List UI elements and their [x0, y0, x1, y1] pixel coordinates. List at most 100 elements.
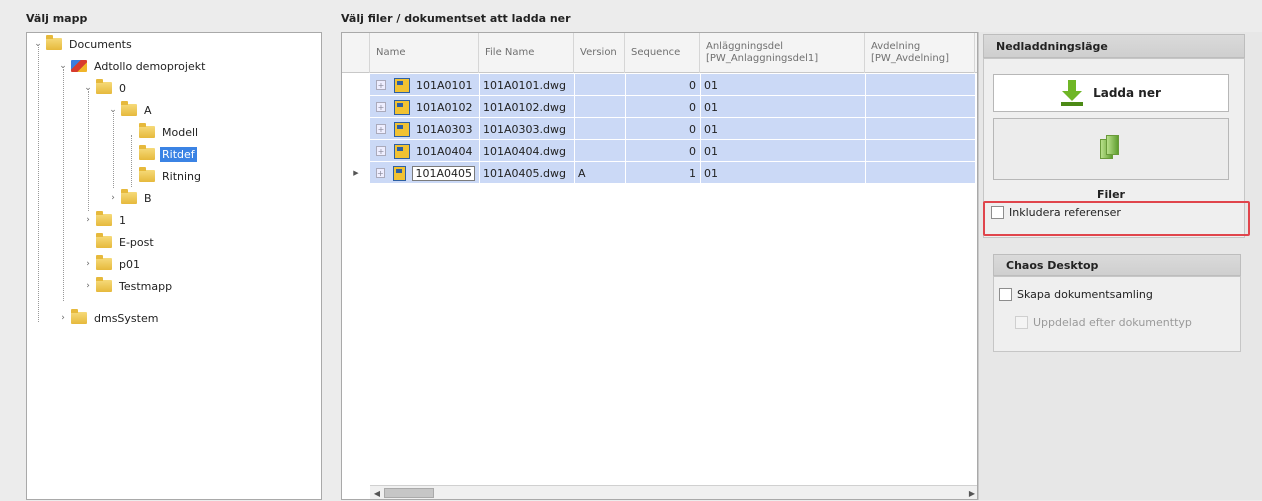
files-mode-button[interactable]: [993, 118, 1229, 180]
folder-icon: [96, 277, 112, 292]
download-button[interactable]: Ladda ner: [993, 74, 1229, 112]
column-header-sequence[interactable]: Sequence: [625, 33, 700, 73]
folder-tree[interactable]: ⌄ Documents ⌄ Adtollo demoprojekt ⌄ 0 ⌄ …: [26, 32, 322, 500]
cell-avdelning[interactable]: [865, 96, 975, 118]
expand-chevron-icon[interactable]: ›: [58, 313, 68, 323]
cell-file-name[interactable]: 101A0405.dwg: [479, 162, 574, 184]
table-row[interactable]: +101A0404 101A0404.dwg 0 01: [342, 140, 977, 162]
tree-item-dmssystem[interactable]: › dmsSystem: [58, 309, 160, 327]
cell-anlaggningsdel[interactable]: 01: [700, 96, 865, 118]
collapse-chevron-icon[interactable]: ⌄: [58, 61, 68, 71]
column-label: File Name: [485, 47, 535, 58]
cell-avdelning[interactable]: [865, 118, 975, 140]
tree-item-testmapp[interactable]: › Testmapp: [83, 277, 174, 295]
split-by-type-checkbox[interactable]: Uppdelad efter dokumenttyp: [1015, 316, 1192, 329]
expand-plus-icon[interactable]: +: [376, 102, 386, 112]
column-header-version[interactable]: Version: [574, 33, 625, 73]
tree-item-label: Documents: [69, 37, 132, 51]
expand-chevron-icon[interactable]: ›: [83, 215, 93, 225]
cell-avdelning[interactable]: [865, 140, 975, 162]
options-panel: Nedladdningsläge Ladda ner Filer Inklude…: [978, 32, 1262, 500]
column-header-avdelning[interactable]: Avdelning [PW_Avdelning]: [865, 33, 975, 73]
tree-item-e-post[interactable]: E-post: [96, 233, 156, 251]
column-header-name[interactable]: Name: [370, 33, 479, 73]
cell-name[interactable]: +101A0404: [370, 140, 479, 162]
column-header-file-name[interactable]: File Name: [479, 33, 574, 73]
folder-panel-title: Välj mapp: [26, 12, 88, 25]
folder-icon: [121, 101, 137, 116]
cell-sequence[interactable]: 0: [625, 118, 700, 140]
cell-name[interactable]: +101A0405: [370, 162, 479, 184]
tree-item-project[interactable]: ⌄ Adtollo demoprojekt: [58, 57, 207, 75]
cell-avdelning[interactable]: [865, 162, 975, 184]
cell-version[interactable]: [574, 96, 625, 118]
column-label: Version: [580, 47, 617, 58]
folder-icon: [71, 309, 87, 324]
cell-name[interactable]: +101A0303: [370, 118, 479, 140]
file-grid[interactable]: Name File Name Version Sequence Anläggni…: [341, 32, 978, 500]
folder-icon: [139, 167, 155, 182]
row-pointer-icon: [342, 74, 370, 96]
collapse-chevron-icon[interactable]: ⌄: [33, 39, 43, 49]
tree-item-p01[interactable]: › p01: [83, 255, 142, 273]
tree-item-1[interactable]: › 1: [83, 211, 128, 229]
cell-sequence[interactable]: 0: [625, 96, 700, 118]
table-row[interactable]: +101A0303 101A0303.dwg 0 01: [342, 118, 977, 140]
collapse-chevron-icon[interactable]: ⌄: [108, 105, 118, 115]
create-collection-checkbox[interactable]: Skapa dokumentsamling: [999, 288, 1153, 301]
cell-name-text: 101A0404: [416, 144, 473, 158]
horizontal-scrollbar[interactable]: ◀ ▶: [370, 485, 977, 499]
cell-file-name[interactable]: 101A0102.dwg: [479, 96, 574, 118]
expand-plus-icon[interactable]: +: [376, 168, 385, 178]
expand-plus-icon[interactable]: +: [376, 146, 386, 156]
column-header-anlaggningsdel[interactable]: Anläggningsdel [PW_Anlaggningsdel1]: [700, 33, 865, 73]
tree-item-0[interactable]: ⌄ 0: [83, 79, 128, 97]
cell-name-text: 101A0101: [416, 78, 473, 92]
cell-anlaggningsdel[interactable]: 01: [700, 162, 865, 184]
cell-file-name[interactable]: 101A0101.dwg: [479, 74, 574, 96]
tree-item-modell[interactable]: Modell: [139, 123, 200, 141]
scroll-left-icon[interactable]: ◀: [370, 486, 384, 499]
column-label: Sequence: [631, 47, 681, 58]
cell-sequence[interactable]: 0: [625, 74, 700, 96]
tree-item-b[interactable]: › B: [108, 189, 154, 207]
tree-item-a[interactable]: ⌄ A: [108, 101, 154, 119]
cell-version[interactable]: [574, 118, 625, 140]
expand-chevron-icon[interactable]: ›: [83, 281, 93, 291]
expand-plus-icon[interactable]: +: [376, 124, 386, 134]
table-row[interactable]: +101A0102 101A0102.dwg 0 01: [342, 96, 977, 118]
cell-anlaggningsdel[interactable]: 01: [700, 74, 865, 96]
annotation-highlight-box: [983, 201, 1250, 236]
folder-icon: [121, 189, 137, 204]
expand-plus-icon[interactable]: +: [376, 80, 386, 90]
tree-item-documents[interactable]: ⌄ Documents: [33, 35, 134, 53]
cell-sequence[interactable]: 0: [625, 140, 700, 162]
cell-file-name[interactable]: 101A0404.dwg: [479, 140, 574, 162]
table-row[interactable]: ▶ +101A0405 101A0405.dwg A 1 01: [342, 162, 977, 184]
table-row[interactable]: +101A0101 101A0101.dwg 0 01: [342, 74, 977, 96]
cell-version[interactable]: [574, 74, 625, 96]
cell-sequence[interactable]: 1: [625, 162, 700, 184]
expand-chevron-icon[interactable]: ›: [108, 193, 118, 203]
checkbox-box[interactable]: [1015, 316, 1028, 329]
expand-chevron-icon[interactable]: ›: [83, 259, 93, 269]
cell-file-name[interactable]: 101A0303.dwg: [479, 118, 574, 140]
tree-item-ritning[interactable]: Ritning: [139, 167, 203, 185]
checkbox-box[interactable]: [999, 288, 1012, 301]
tree-item-label: A: [144, 103, 152, 117]
scroll-thumb[interactable]: [384, 488, 434, 498]
grid-header: Name File Name Version Sequence Anläggni…: [342, 33, 977, 73]
scroll-right-icon[interactable]: ▶: [965, 486, 977, 499]
cell-anlaggningsdel[interactable]: 01: [700, 140, 865, 162]
cell-avdelning[interactable]: [865, 74, 975, 96]
cell-name[interactable]: +101A0102: [370, 96, 479, 118]
tree-item-ritdef[interactable]: Ritdef: [139, 145, 197, 163]
cell-version[interactable]: A: [574, 162, 625, 184]
file-panel-title: Välj filer / dokumentset att ladda ner: [341, 12, 571, 25]
cell-name[interactable]: +101A0101: [370, 74, 479, 96]
tree-item-label: 0: [119, 81, 126, 95]
cell-anlaggningsdel[interactable]: 01: [700, 118, 865, 140]
collapse-chevron-icon[interactable]: ⌄: [83, 83, 93, 93]
cell-version[interactable]: [574, 140, 625, 162]
download-arrow-icon: [1061, 80, 1084, 106]
